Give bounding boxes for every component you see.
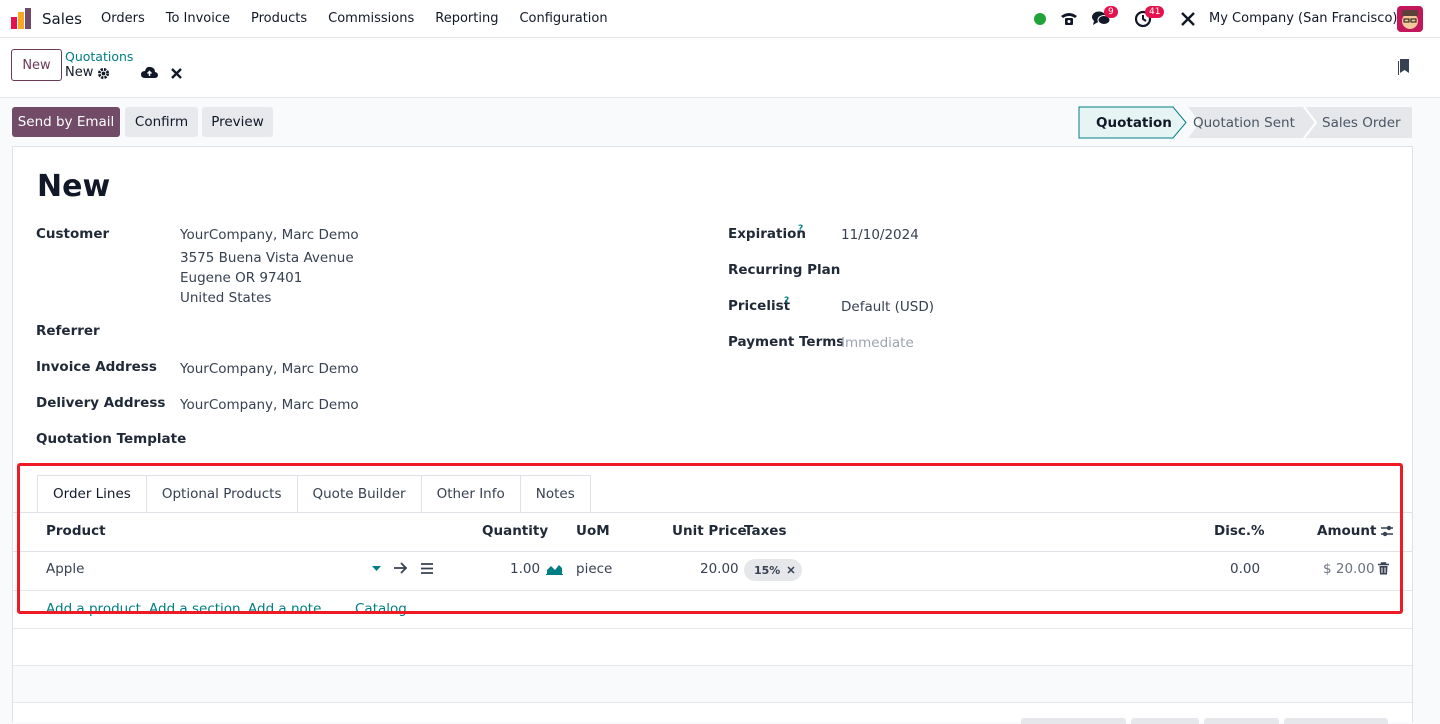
menu-to-invoice[interactable]: To Invoice <box>166 11 230 26</box>
status-quotation[interactable]: Quotation <box>1096 107 1172 138</box>
save-cloud-icon[interactable] <box>141 66 158 79</box>
pricelist-help-icon[interactable]: ? <box>784 296 789 306</box>
payment-terms-field[interactable]: Immediate <box>841 335 914 351</box>
pricelist-label: Pricelist <box>728 298 791 314</box>
menu-commissions[interactable]: Commissions <box>328 11 414 26</box>
quotation-template-label: Quotation Template <box>36 431 187 447</box>
customer-city: Eugene OR 97401 <box>180 270 303 286</box>
status-sales-order[interactable]: Sales Order <box>1322 107 1401 138</box>
debug-tools-icon[interactable] <box>1178 0 1198 38</box>
menu-reporting[interactable]: Reporting <box>435 11 498 26</box>
discard-close-icon[interactable] <box>171 68 182 79</box>
customer-name[interactable]: YourCompany, Marc Demo <box>180 227 359 243</box>
action-status-row: Send by Email Confirm Preview Quotation … <box>0 98 1440 146</box>
payment-terms-label: Payment Terms <box>728 334 845 350</box>
confirm-button[interactable]: Confirm <box>125 107 198 137</box>
expiration-field[interactable]: 11/10/2024 <box>841 227 919 243</box>
presence-status-icon <box>1032 0 1048 38</box>
phone-icon[interactable] <box>1058 0 1080 38</box>
footer-button-1[interactable] <box>1021 718 1126 724</box>
sales-app-logo[interactable] <box>10 8 32 30</box>
footer-button-2[interactable] <box>1131 718 1199 724</box>
user-avatar[interactable] <box>1397 6 1423 32</box>
customer-street: 3575 Buena Vista Avenue <box>180 250 354 266</box>
invoice-address-field[interactable]: YourCompany, Marc Demo <box>180 361 359 377</box>
menu-products[interactable]: Products <box>251 11 307 26</box>
form-sheet: New Customer YourCompany, Marc Demo 3575… <box>12 146 1413 724</box>
menu-configuration[interactable]: Configuration <box>519 11 607 26</box>
gear-icon[interactable] <box>97 67 110 80</box>
messages-badge: 9 <box>1104 6 1118 18</box>
customer-label: Customer <box>36 226 110 242</box>
app-name[interactable]: Sales <box>42 10 82 28</box>
table-bottom-divider <box>13 628 1412 629</box>
quotation-template-field[interactable] <box>180 427 540 451</box>
customer-country: United States <box>180 290 272 306</box>
expiration-help-icon[interactable]: ? <box>798 224 803 234</box>
referrer-field[interactable] <box>180 319 540 343</box>
menu-orders[interactable]: Orders <box>101 11 145 26</box>
footer-button-3[interactable] <box>1204 718 1279 724</box>
delivery-address-label: Delivery Address <box>36 395 166 411</box>
new-record-button[interactable]: New <box>11 49 62 81</box>
bookmark-icon[interactable] <box>1397 58 1411 76</box>
expiration-label: Expiration <box>728 226 806 242</box>
recurring-plan-label: Recurring Plan <box>728 262 841 278</box>
preview-button[interactable]: Preview <box>202 107 273 137</box>
company-switcher[interactable]: My Company (San Francisco) <box>1209 11 1397 26</box>
referrer-label: Referrer <box>36 323 100 339</box>
record-title: New <box>37 169 111 204</box>
delivery-address-field[interactable]: YourCompany, Marc Demo <box>180 397 359 413</box>
send-by-email-button[interactable]: Send by Email <box>12 107 120 137</box>
breadcrumb-quotations[interactable]: Quotations <box>65 49 133 64</box>
breadcrumb-current: New <box>65 65 94 80</box>
invoice-address-label: Invoice Address <box>36 359 157 375</box>
highlight-annotation-box <box>17 463 1403 614</box>
empty-footer-row <box>13 665 1412 703</box>
top-navbar: Sales Orders To Invoice Products Commiss… <box>0 0 1440 38</box>
pricelist-field[interactable]: Default (USD) <box>841 299 934 315</box>
footer-button-4[interactable] <box>1284 718 1388 724</box>
recurring-plan-field[interactable] <box>841 258 1201 282</box>
main-menu: Orders To Invoice Products Commissions R… <box>101 11 629 26</box>
control-panel: New Quotations New <box>0 38 1440 98</box>
activities-badge: 41 <box>1145 6 1165 18</box>
status-quotation-sent[interactable]: Quotation Sent <box>1193 107 1295 138</box>
